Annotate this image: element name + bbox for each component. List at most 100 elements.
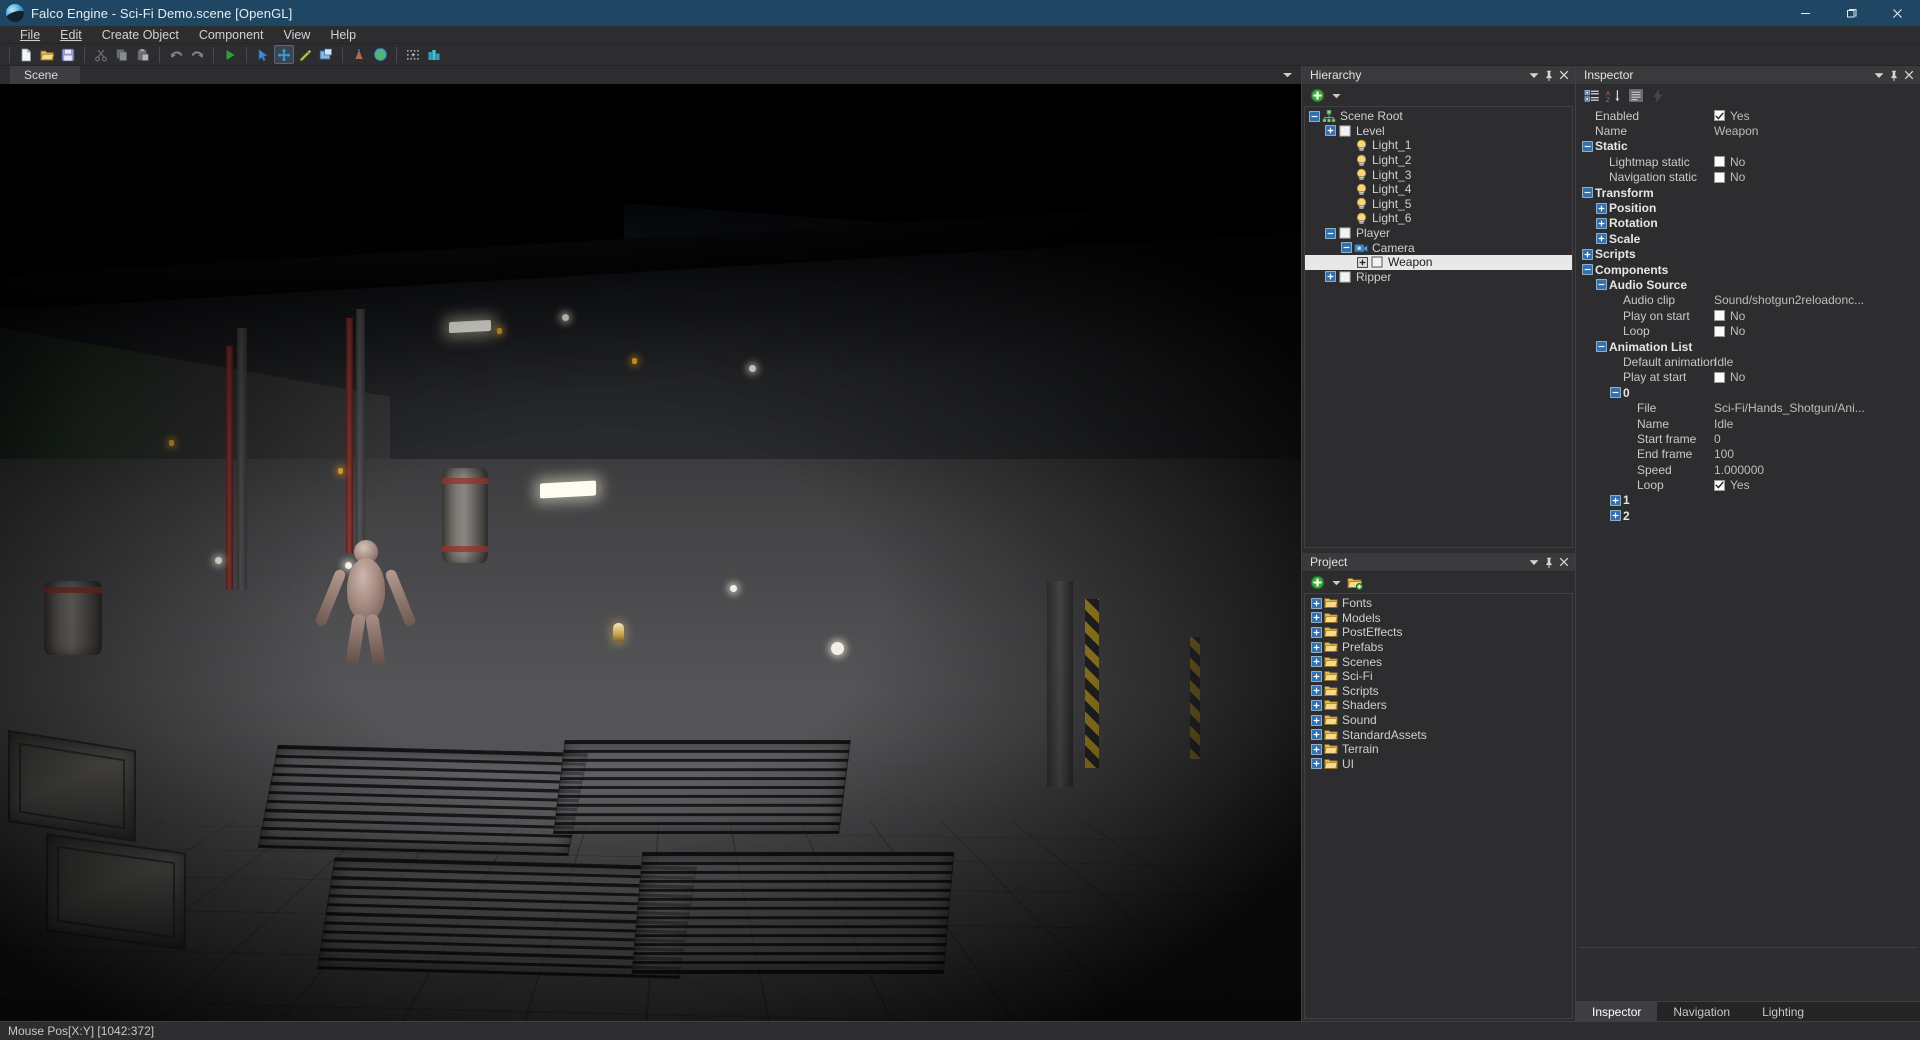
hierarchy-node-player[interactable]: Player bbox=[1305, 226, 1572, 241]
expander-plus-icon[interactable] bbox=[1610, 510, 1621, 522]
expander-plus-icon[interactable] bbox=[1311, 729, 1322, 740]
scene-enemy-model[interactable] bbox=[307, 524, 425, 674]
inspector-prop-value[interactable]: No bbox=[1714, 309, 1745, 323]
checkbox-unchecked-icon[interactable] bbox=[1714, 371, 1725, 383]
expander-minus-icon[interactable] bbox=[1341, 242, 1352, 253]
expander-minus-icon[interactable] bbox=[1309, 110, 1320, 122]
checkbox-unchecked-icon[interactable] bbox=[1714, 310, 1725, 322]
inspector-prop-navigation-static[interactable]: Navigation static No bbox=[1576, 170, 1920, 185]
inspector-prop-name[interactable]: Name Idle bbox=[1576, 416, 1920, 431]
hierarchy-node-camera[interactable]: Camera bbox=[1305, 240, 1572, 255]
expand-all-icon[interactable] bbox=[1582, 87, 1601, 105]
project-folder-ui[interactable]: UI bbox=[1305, 757, 1572, 772]
add-asset-icon[interactable] bbox=[1308, 574, 1327, 592]
hierarchy-pin-icon[interactable] bbox=[1541, 68, 1556, 83]
rotate-tool-icon[interactable] bbox=[295, 45, 315, 64]
hierarchy-node-ripper[interactable]: Ripper bbox=[1305, 270, 1572, 285]
hierarchy-node-level[interactable]: Level bbox=[1305, 124, 1572, 139]
inspector-prop-end-frame[interactable]: End frame 100 bbox=[1576, 447, 1920, 462]
checkbox-unchecked-icon[interactable] bbox=[1714, 156, 1725, 168]
inspector-prop-value[interactable]: 1.000000 bbox=[1714, 463, 1764, 477]
expander-plus-icon[interactable] bbox=[1311, 627, 1322, 638]
expander-minus-icon[interactable] bbox=[1582, 264, 1593, 275]
hierarchy-tree[interactable]: Scene Root Level Light_1 Light_2 Light_3… bbox=[1304, 106, 1573, 548]
project-create-chevron-down-icon[interactable] bbox=[1330, 574, 1342, 592]
expander-plus-icon[interactable] bbox=[1311, 714, 1322, 726]
hierarchy-create-chevron-down-icon[interactable] bbox=[1330, 87, 1342, 105]
expander-minus-icon[interactable] bbox=[1325, 227, 1336, 239]
inspector-prop-0[interactable]: 0 bbox=[1576, 385, 1920, 400]
inspector-prop-1[interactable]: 1 bbox=[1576, 493, 1920, 508]
inspector-prop-loop[interactable]: Loop No bbox=[1576, 323, 1920, 338]
inspector-prop-audio-source[interactable]: Audio Source bbox=[1576, 277, 1920, 292]
menu-component[interactable]: Component bbox=[189, 26, 274, 44]
menu-create-object[interactable]: Create Object bbox=[92, 26, 189, 44]
inspector-prop-file[interactable]: File Sci-Fi/Hands_Shotgun/Ani... bbox=[1576, 400, 1920, 415]
hierarchy-node-light-4[interactable]: Light_4 bbox=[1305, 182, 1572, 197]
hierarchy-chevron-down-icon[interactable] bbox=[1526, 68, 1541, 83]
new-folder-icon[interactable] bbox=[1345, 574, 1364, 592]
hierarchy-node-scene-root[interactable]: Scene Root bbox=[1305, 109, 1572, 124]
inspector-prop-speed[interactable]: Speed 1.000000 bbox=[1576, 462, 1920, 477]
expander-plus-icon[interactable] bbox=[1311, 700, 1322, 711]
inspector-prop-static[interactable]: Static bbox=[1576, 139, 1920, 154]
inspector-prop-name[interactable]: Name Weapon bbox=[1576, 123, 1920, 138]
maximize-button[interactable] bbox=[1828, 0, 1874, 26]
checkbox-checked-icon[interactable] bbox=[1714, 110, 1725, 122]
hierarchy-node-weapon[interactable]: Weapon bbox=[1305, 254, 1572, 270]
expander-plus-icon[interactable] bbox=[1311, 685, 1322, 697]
expander-plus-icon[interactable] bbox=[1311, 641, 1322, 653]
expander-plus-icon[interactable] bbox=[1311, 656, 1322, 668]
project-folder-posteffects[interactable]: PostEffects bbox=[1305, 625, 1572, 640]
expander-plus-icon[interactable] bbox=[1311, 758, 1322, 770]
project-tree[interactable]: Fonts Models PostEffects Prefabs Scenes … bbox=[1304, 593, 1573, 1019]
project-folder-scripts[interactable]: Scripts bbox=[1305, 684, 1572, 699]
global-local-icon[interactable] bbox=[370, 45, 390, 64]
inspector-chevron-down-icon[interactable] bbox=[1871, 68, 1886, 83]
project-folder-models[interactable]: Models bbox=[1305, 611, 1572, 626]
hierarchy-node-light-6[interactable]: Light_6 bbox=[1305, 211, 1572, 226]
paste-icon[interactable] bbox=[133, 45, 153, 64]
cut-icon[interactable] bbox=[91, 45, 111, 64]
project-pin-icon[interactable] bbox=[1541, 555, 1556, 570]
inspector-prop-play-at-start[interactable]: Play at start No bbox=[1576, 370, 1920, 385]
checkbox-unchecked-icon[interactable] bbox=[1714, 325, 1725, 337]
inspector-prop-audio-clip[interactable]: Audio clip Sound/shotgun2reloadonc... bbox=[1576, 293, 1920, 308]
project-folder-scenes[interactable]: Scenes bbox=[1305, 654, 1572, 669]
inspector-prop-components[interactable]: Components bbox=[1576, 262, 1920, 277]
play-icon[interactable] bbox=[220, 45, 240, 64]
hierarchy-node-light-1[interactable]: Light_1 bbox=[1305, 138, 1572, 153]
expander-minus-icon[interactable] bbox=[1582, 141, 1593, 152]
expander-plus-icon[interactable] bbox=[1325, 271, 1336, 283]
tab-navigation[interactable]: Navigation bbox=[1657, 1002, 1746, 1021]
menu-help[interactable]: Help bbox=[320, 26, 366, 44]
inspector-prop-value[interactable]: Sound/shotgun2reloadonc... bbox=[1714, 293, 1864, 307]
select-tool-icon[interactable] bbox=[253, 45, 273, 64]
undo-icon[interactable] bbox=[166, 45, 186, 64]
inspector-prop-default-animation[interactable]: Default animation Idle bbox=[1576, 354, 1920, 369]
inspector-prop-position[interactable]: Position bbox=[1576, 200, 1920, 215]
expander-plus-icon[interactable] bbox=[1325, 125, 1336, 137]
inspector-prop-start-frame[interactable]: Start frame 0 bbox=[1576, 431, 1920, 446]
list-view-icon[interactable] bbox=[1626, 87, 1645, 105]
expander-plus-icon[interactable] bbox=[1311, 597, 1322, 609]
add-object-icon[interactable] bbox=[1308, 87, 1327, 105]
expander-minus-icon[interactable] bbox=[1596, 341, 1607, 352]
scene-tab-overflow-chevron-down-icon[interactable] bbox=[1282, 66, 1293, 84]
inspector-prop-value[interactable]: Sci-Fi/Hands_Shotgun/Ani... bbox=[1714, 401, 1865, 415]
new-scene-icon[interactable] bbox=[16, 45, 36, 64]
hierarchy-node-light-3[interactable]: Light_3 bbox=[1305, 167, 1572, 182]
menu-view[interactable]: View bbox=[273, 26, 320, 44]
inspector-prop-value[interactable]: 0 bbox=[1714, 432, 1721, 446]
inspector-prop-play-on-start[interactable]: Play on start No bbox=[1576, 308, 1920, 323]
expander-plus-icon[interactable] bbox=[1582, 248, 1593, 260]
inspector-prop-value[interactable]: Weapon bbox=[1714, 124, 1758, 138]
project-folder-terrain[interactable]: Terrain bbox=[1305, 742, 1572, 757]
close-button[interactable] bbox=[1874, 0, 1920, 26]
scale-tool-icon[interactable] bbox=[316, 45, 336, 64]
expander-minus-icon[interactable] bbox=[1582, 187, 1593, 198]
expander-minus-icon[interactable] bbox=[1596, 279, 1607, 291]
inspector-prop-loop[interactable]: Loop Yes bbox=[1576, 477, 1920, 492]
project-chevron-down-icon[interactable] bbox=[1526, 555, 1541, 570]
checkbox-checked-icon[interactable] bbox=[1714, 479, 1725, 491]
